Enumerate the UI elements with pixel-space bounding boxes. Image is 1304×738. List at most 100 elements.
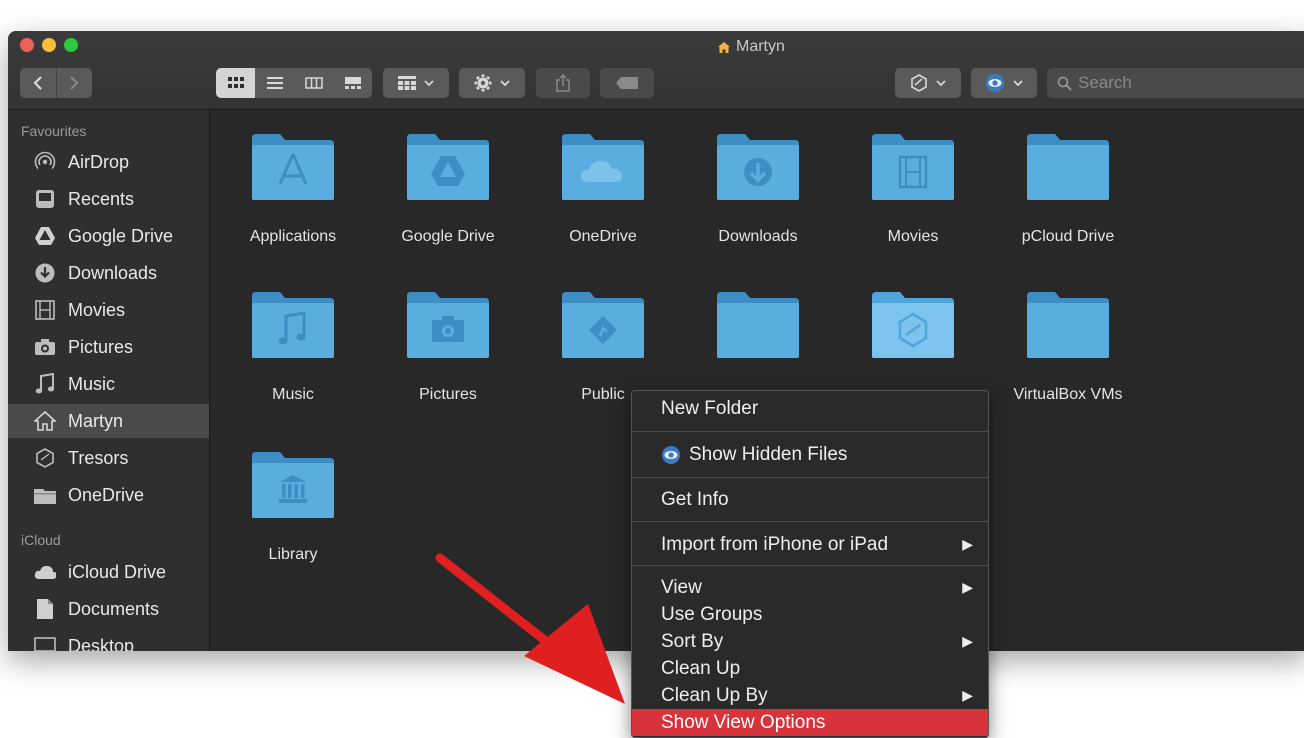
context-menu: New Folder Show Hidden Files Get Info Im… (631, 390, 989, 738)
list-view-button[interactable] (255, 68, 294, 98)
sidebar-item-movies[interactable]: Movies (8, 293, 209, 327)
search-icon (1057, 76, 1072, 91)
gallery-view-button[interactable] (333, 68, 372, 98)
folder-movies[interactable]: Movies (843, 132, 983, 246)
folder-google-drive[interactable]: Google Drive (378, 132, 518, 246)
library-folder-icon (252, 452, 334, 518)
tags-button[interactable] (600, 68, 654, 98)
folder-item-10[interactable] (688, 290, 828, 386)
submenu-arrow-icon: ▶ (962, 633, 973, 649)
folder-pictures[interactable]: Pictures (378, 290, 518, 404)
downloads-icon (34, 262, 56, 284)
music-note-icon (34, 373, 56, 395)
tresors-icon (34, 447, 56, 469)
folder-downloads[interactable]: Downloads (688, 132, 828, 246)
list-view-icon (266, 77, 283, 89)
downloads-folder-icon (717, 134, 799, 200)
chevron-down-icon (936, 80, 946, 87)
share-icon (556, 74, 570, 92)
folder-icon (1027, 292, 1109, 358)
menu-item-clean-up-by[interactable]: Clean Up By ▶ (632, 682, 988, 709)
sidebar-item-airdrop[interactable]: AirDrop (8, 145, 209, 179)
sidebar-item-downloads[interactable]: Downloads (8, 256, 209, 290)
action-menu-button[interactable] (459, 68, 525, 98)
search-placeholder: Search (1078, 73, 1132, 92)
sidebar: Favourites AirDrop Recents Google Drive … (8, 110, 210, 651)
folder-pcloud-drive[interactable]: pCloud Drive (998, 132, 1138, 246)
menu-separator (632, 521, 988, 522)
column-view-icon (304, 77, 323, 89)
menu-item-get-info[interactable]: Get Info (632, 486, 988, 513)
group-by-button[interactable] (383, 68, 449, 98)
back-forward-control (20, 68, 92, 98)
cloud-icon (34, 561, 56, 583)
menu-item-new-folder[interactable]: New Folder (632, 395, 988, 422)
sidebar-item-pictures[interactable]: Pictures (8, 330, 209, 364)
menu-item-show-view-options[interactable]: Show View Options (632, 709, 988, 736)
sidebar-item-onedrive[interactable]: OneDrive (8, 478, 209, 512)
zoom-window-button[interactable] (64, 38, 78, 52)
sidebar-item-desktop[interactable]: Desktop (8, 629, 209, 651)
submenu-arrow-icon: ▶ (962, 687, 973, 703)
recents-icon (34, 188, 56, 210)
home-icon (34, 410, 56, 432)
sidebar-section-icloud: iCloud (21, 532, 61, 548)
applications-folder-icon (252, 134, 334, 200)
chevron-down-icon (500, 80, 510, 87)
folder-public[interactable]: Public (533, 290, 673, 404)
folder-onedrive[interactable]: OneDrive (533, 132, 673, 246)
tag-icon (616, 77, 638, 89)
tresors-icon (911, 74, 927, 92)
view-mode-segmented-control (216, 68, 372, 98)
icon-view-button[interactable] (216, 68, 255, 98)
folder-library[interactable]: Library (223, 450, 363, 564)
airdrop-icon (34, 151, 56, 173)
chevron-left-icon (33, 76, 42, 90)
menu-item-view[interactable]: View ▶ (632, 574, 988, 601)
sidebar-item-music[interactable]: Music (8, 367, 209, 401)
column-view-button[interactable] (294, 68, 333, 98)
movies-icon (34, 299, 56, 321)
icon-view-icon (227, 77, 244, 88)
menu-separator (632, 477, 988, 478)
sidebar-item-recents[interactable]: Recents (8, 182, 209, 216)
menu-item-clean-up[interactable]: Clean Up (632, 655, 988, 682)
menu-item-use-groups[interactable]: Use Groups (632, 601, 988, 628)
window-title: Martyn (718, 38, 785, 56)
public-folder-icon (562, 292, 644, 358)
home-icon (718, 41, 730, 53)
cloud-folder-icon (562, 134, 644, 200)
minimize-window-button[interactable] (42, 38, 56, 52)
forward-button[interactable] (57, 68, 93, 98)
sidebar-item-martyn[interactable]: Martyn (8, 404, 209, 438)
camera-icon (34, 336, 56, 358)
tresors-toolbar-button[interactable] (895, 68, 961, 98)
pictures-folder-icon (407, 292, 489, 358)
hidden-files-toolbar-button[interactable] (971, 68, 1037, 98)
title-bar: Martyn Search (8, 31, 1304, 110)
folder-virtualbox-vms[interactable]: VirtualBox VMs (998, 290, 1138, 404)
menu-item-import-from-iphone[interactable]: Import from iPhone or iPad ▶ (632, 531, 988, 558)
desktop-icon (34, 635, 56, 651)
sidebar-item-icloud-drive[interactable]: iCloud Drive (8, 555, 209, 589)
close-window-button[interactable] (20, 38, 34, 52)
submenu-arrow-icon: ▶ (962, 536, 973, 552)
sidebar-item-google-drive[interactable]: Google Drive (8, 219, 209, 253)
sidebar-item-tresors[interactable]: Tresors (8, 441, 209, 475)
sidebar-item-documents[interactable]: Documents (8, 592, 209, 626)
folder-icon (717, 292, 799, 358)
chevron-right-icon (70, 76, 79, 90)
menu-item-sort-by[interactable]: Sort By ▶ (632, 628, 988, 655)
google-drive-icon (34, 225, 56, 247)
back-button[interactable] (20, 68, 57, 98)
menu-item-show-hidden-files[interactable]: Show Hidden Files (632, 441, 988, 468)
folder-tresors[interactable] (843, 290, 983, 386)
search-field[interactable]: Search (1047, 68, 1304, 98)
menu-separator (632, 565, 988, 566)
folder-applications[interactable]: Applications (223, 132, 363, 246)
eye-icon (662, 445, 680, 464)
share-button[interactable] (536, 68, 590, 98)
folder-music[interactable]: Music (223, 290, 363, 404)
documents-icon (34, 598, 56, 620)
gallery-view-icon (344, 77, 361, 89)
